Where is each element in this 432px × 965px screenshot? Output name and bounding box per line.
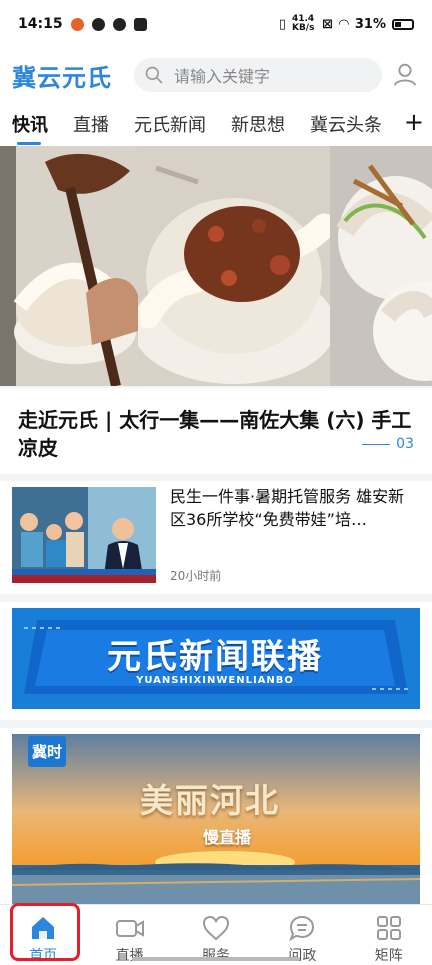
tab-kuaixun[interactable]: 快讯 <box>12 111 48 145</box>
page-line <box>362 443 391 445</box>
status-left: 14:15 <box>18 16 147 32</box>
live-subtitle: 慢直播 <box>203 828 252 847</box>
nav-service-label[interactable]: 服务 <box>202 945 230 965</box>
news-card[interactable]: 民生一件事·暑期托管服务 雄安新区36所学校“免费带娃”培… 20小时前 <box>0 481 432 594</box>
banner-subtitle: YUANSHIXINWENLIANBO <box>136 675 294 686</box>
chat-icon[interactable] <box>286 912 318 944</box>
sim-icon: ⊠ <box>321 16 333 32</box>
carousel-page-number: 03 <box>396 436 414 452</box>
carousel-indicator: 03 <box>362 436 414 452</box>
search-placeholder[interactable]: 请输入关键字 <box>174 63 270 87</box>
tiktok-icon <box>112 17 126 31</box>
search-box[interactable]: 请输入关键字 <box>134 58 382 92</box>
nav-inquiry[interactable]: 问政 <box>259 905 345 965</box>
search-icon[interactable] <box>144 65 164 85</box>
wifi-icon: ◠ <box>338 16 349 32</box>
battery-icon <box>392 18 414 30</box>
category-tabs: 快讯 直播 元氏新闻 新思想 冀云头条 + <box>0 102 432 146</box>
live-brand-logo: 冀时 <box>28 736 67 767</box>
app-header: 冀云元氏 请输入关键字 <box>0 48 432 102</box>
nav-home[interactable]: 首页 <box>0 905 86 965</box>
news-thumbnail <box>12 487 156 583</box>
user-icon[interactable] <box>390 60 420 90</box>
tab-new-thought[interactable]: 新思想 <box>231 111 285 137</box>
vibrate-icon: ▯ <box>278 16 286 32</box>
tab-jiyun-headlines[interactable]: 冀云头条 <box>310 111 382 137</box>
live-title: 美丽河北 <box>140 781 280 820</box>
nav-inquiry-label[interactable]: 问政 <box>288 945 316 965</box>
battery-percent: 31% <box>354 16 386 32</box>
video-icon[interactable] <box>114 912 146 944</box>
live-card-section: 冀时 美丽河北 慢直播 <box>0 728 432 906</box>
hero-image-noodles-left <box>0 146 138 386</box>
grid-icon[interactable] <box>373 912 405 944</box>
banner-section: 元氏新闻联播 YUANSHIXINWENLIANBO <box>0 602 432 720</box>
network-speed: 41.4 KB/s <box>291 14 315 33</box>
nav-matrix-label[interactable]: 矩阵 <box>375 945 403 965</box>
app-logo[interactable]: 冀云元氏 <box>12 58 128 93</box>
hero-caption[interactable]: 走近元氏 | 太行一集——南佐大集 (六) 手工凉皮 03 <box>0 388 432 474</box>
bottom-navigation: 首页 直播 服务 问政 矩阵 <box>0 904 432 965</box>
hero-image-noodles-center <box>138 146 330 386</box>
nav-live-label[interactable]: 直播 <box>116 945 144 965</box>
status-right: ▯ 41.4 KB/s ⊠ ◠ 31% <box>279 15 414 33</box>
status-bar: 14:15 ▯ 41.4 KB/s ⊠ ◠ 31% <box>0 0 432 48</box>
hero-image-noodles-right <box>330 146 432 386</box>
tab-yuanshi-news[interactable]: 元氏新闻 <box>134 111 206 137</box>
nav-matrix[interactable]: 矩阵 <box>346 905 432 965</box>
nav-service[interactable]: 服务 <box>173 905 259 965</box>
lightbulb-icon <box>91 17 105 31</box>
grid-icon <box>133 17 147 31</box>
nav-home-label[interactable]: 首页 <box>29 945 57 965</box>
tab-live[interactable]: 直播 <box>73 111 109 137</box>
home-icon[interactable] <box>27 912 59 944</box>
news-title[interactable]: 民生一件事·暑期托管服务 雄安新区36所学校“免费带娃”培… <box>170 485 418 531</box>
add-tab-icon[interactable]: + <box>404 110 424 134</box>
heart-icon[interactable] <box>200 912 232 944</box>
hero-carousel[interactable] <box>0 146 432 386</box>
news-time: 20小时前 <box>170 569 222 583</box>
clock: 14:15 <box>18 16 63 32</box>
home-indicator <box>132 957 300 961</box>
nav-live[interactable]: 直播 <box>86 905 172 965</box>
hero-title[interactable]: 走近元氏 | 太行一集——南佐大集 (六) 手工凉皮 <box>18 406 413 462</box>
banner-title: 元氏新闻联播 <box>107 637 323 677</box>
weibo-icon <box>70 17 84 31</box>
